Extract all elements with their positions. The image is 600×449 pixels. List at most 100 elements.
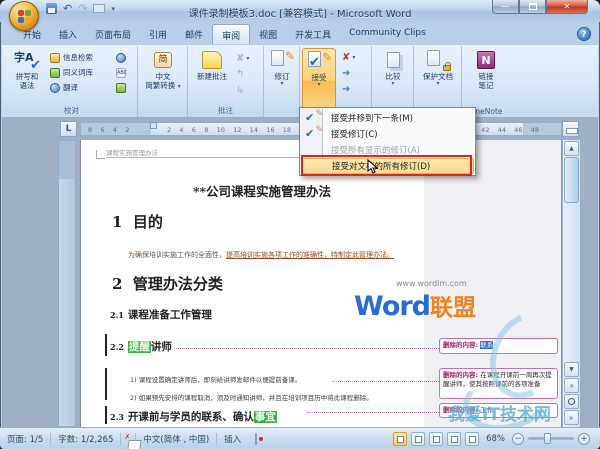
chevron-down-icon: ▾ [391,80,395,88]
tab-insert[interactable]: 插入 [50,24,86,44]
group-label-comments[interactable]: 批注 [188,105,263,116]
watermark-url: www.wordlm.com [396,279,467,288]
previous-page-button[interactable]: « [564,378,579,393]
double-chevron-down-icon: « [566,415,576,421]
zoom-out-button[interactable]: − [512,432,524,445]
page-indicator[interactable]: 页面: 1/5 [0,433,50,445]
proofing-extra-button[interactable] [114,80,126,95]
tab-community-clips[interactable]: Community Clips [340,24,435,44]
tab-view[interactable]: 视图 [250,24,286,44]
new-comment-button[interactable]: 新建批注 [192,48,232,81]
next-comment-icon: ↳ [236,85,245,96]
reject-button[interactable]: ✘ ▾ [342,50,355,66]
linked-notes-button[interactable]: N 链接 笔记 [468,48,504,91]
insert-mode-indicator[interactable]: 插入 [217,433,248,445]
vertical-ruler[interactable] [58,140,76,427]
previous-change-button[interactable]: ➜ [342,66,355,82]
next-change-button[interactable]: ➜ [342,82,355,98]
compare-icon [386,52,400,68]
chinese-convert-button[interactable]: 简 中文 简繁转换 ▾ [144,48,182,91]
next-page-button[interactable]: « [564,410,579,425]
minimize-button[interactable]: — [492,0,519,14]
view-print-layout-button[interactable] [393,431,408,446]
set-language-button[interactable] [114,50,126,65]
close-button[interactable]: ✕ [546,0,588,14]
delete-comment-icon: ✘ [236,53,245,64]
tab-page-layout[interactable]: 页面布局 [86,24,140,44]
accept-button[interactable]: ✔ ✎ 接受 ▾ [302,48,336,112]
maximize-button[interactable] [519,0,546,14]
view-outline-button[interactable] [447,431,462,446]
indent-marker[interactable] [150,122,157,129]
quick-access-toolbar: ↶ ↷ ▾ [46,3,115,14]
balloon-connector [332,381,439,382]
tab-mailings[interactable]: 邮件 [176,24,212,44]
thesaurus-button[interactable]: 同义词库 [48,65,93,80]
tab-selector[interactable]: L [60,121,77,137]
status-bar: 页面: 1/5 字数: 1/2,265 中文(简体 , 中国) 插入 68% −… [0,427,600,449]
view-web-layout-button[interactable] [429,431,444,446]
reject-icon: ✘ [342,52,351,63]
tab-developer[interactable]: 开发工具 [286,24,340,44]
mail-icon[interactable] [93,4,106,13]
protect-document-button[interactable]: 保护文档 ▾ [419,48,457,87]
undo-icon[interactable]: ↶ [63,3,72,14]
zoom-level[interactable]: 68% [483,434,508,444]
heading-2-categories: 2 管理办法分类 [112,275,223,293]
delete-comment-button[interactable]: ✘ ▾ [236,51,249,67]
word-count-button[interactable]: ABC [114,65,127,80]
next-change-icon: ➜ [342,84,351,95]
title-bar[interactable]: ↶ ↷ ▾ 课件录制模板3.doc [兼容模式] - Microsoft Wor… [0,0,600,31]
research-button[interactable]: 信息检索 [48,50,93,65]
select-browse-object-button[interactable] [564,394,579,409]
accept-icon: ✔ ✎ [305,125,323,140]
zoom-in-button[interactable]: + [578,432,590,445]
compare-button[interactable]: 比较 ▾ [375,48,411,87]
menu-item-accept-change[interactable]: ✔ ✎ 接受修订(C) [301,125,474,142]
chevron-down-icon: ▾ [317,81,321,89]
previous-change-icon: ➜ [342,68,351,79]
previous-comment-button[interactable]: ↰ [236,67,249,83]
scroll-down-button[interactable]: ▼ [564,362,579,377]
view-draft-button[interactable] [465,431,480,446]
red-annotation-box [301,155,472,176]
proofing-extra-icon [116,82,126,93]
view-fullscreen-reading-button[interactable] [411,431,426,446]
ruler-toggle-button[interactable] [562,121,579,137]
change-bar [105,368,107,400]
new-comment-icon [202,51,222,69]
spelling-grammar-button[interactable]: 字A ✔ 拼写和 语法 [8,48,46,91]
group-proofing: 字A ✔ 拼写和 语法 信息检索 同义词库 翻译 ABC 校对 [6,46,138,117]
office-button[interactable] [9,1,39,31]
macro-record-icon[interactable] [248,432,264,445]
group-chinese-conversion: 简 中文 简繁转换 ▾ [138,46,188,117]
menu-item-accept-and-move[interactable]: ✔ ✎ 接受并移到下一条(M) [301,109,474,126]
tab-references[interactable]: 引用 [140,24,176,44]
body-paragraph: 为确保培训实施工作的全面性，提高培训实施各项工作的准确性，特制定此管理办法。 [128,251,394,259]
double-chevron-up-icon: « [567,383,577,389]
lock-icon [443,62,451,71]
chevron-down-icon: ▾ [280,80,284,88]
inserted-text-green: 提醒 [127,341,151,353]
zoom-slider[interactable] [528,433,574,444]
qat-dropdown-icon[interactable]: ▾ [111,5,115,13]
redo-icon[interactable]: ↷ [78,3,87,14]
ribbon-tab-row: 开始 插入 页面布局 引用 邮件 审阅 视图 开发工具 Community Cl… [0,22,600,44]
vertical-scrollbar[interactable]: ▲ ▼ « « [562,140,580,427]
scroll-up-button[interactable]: ▲ [564,141,579,156]
language-indicator[interactable]: 中文(简体 , 中国) [136,433,216,445]
word-count-indicator[interactable]: 字数: 1/2,265 [51,433,120,445]
group-label-proofing[interactable]: 校对 [6,105,137,116]
help-icon[interactable]: ? [577,27,591,41]
tab-review[interactable]: 审阅 [212,24,251,44]
onenote-icon: N [477,51,495,69]
next-comment-button[interactable]: ↳ [236,83,249,99]
translate-button[interactable]: 翻译 [48,80,93,95]
track-changes-icon: ✎ [271,49,295,70]
zoom-slider-thumb[interactable] [544,433,551,444]
accept-icon: ✔ ✎ [305,109,323,124]
scrollbar-thumb[interactable] [564,157,579,203]
track-changes-button[interactable]: ✎ 修订 ▾ [264,48,300,87]
spelling-grammar-icon: 字A ✔ [14,51,41,73]
save-icon[interactable] [46,3,57,14]
